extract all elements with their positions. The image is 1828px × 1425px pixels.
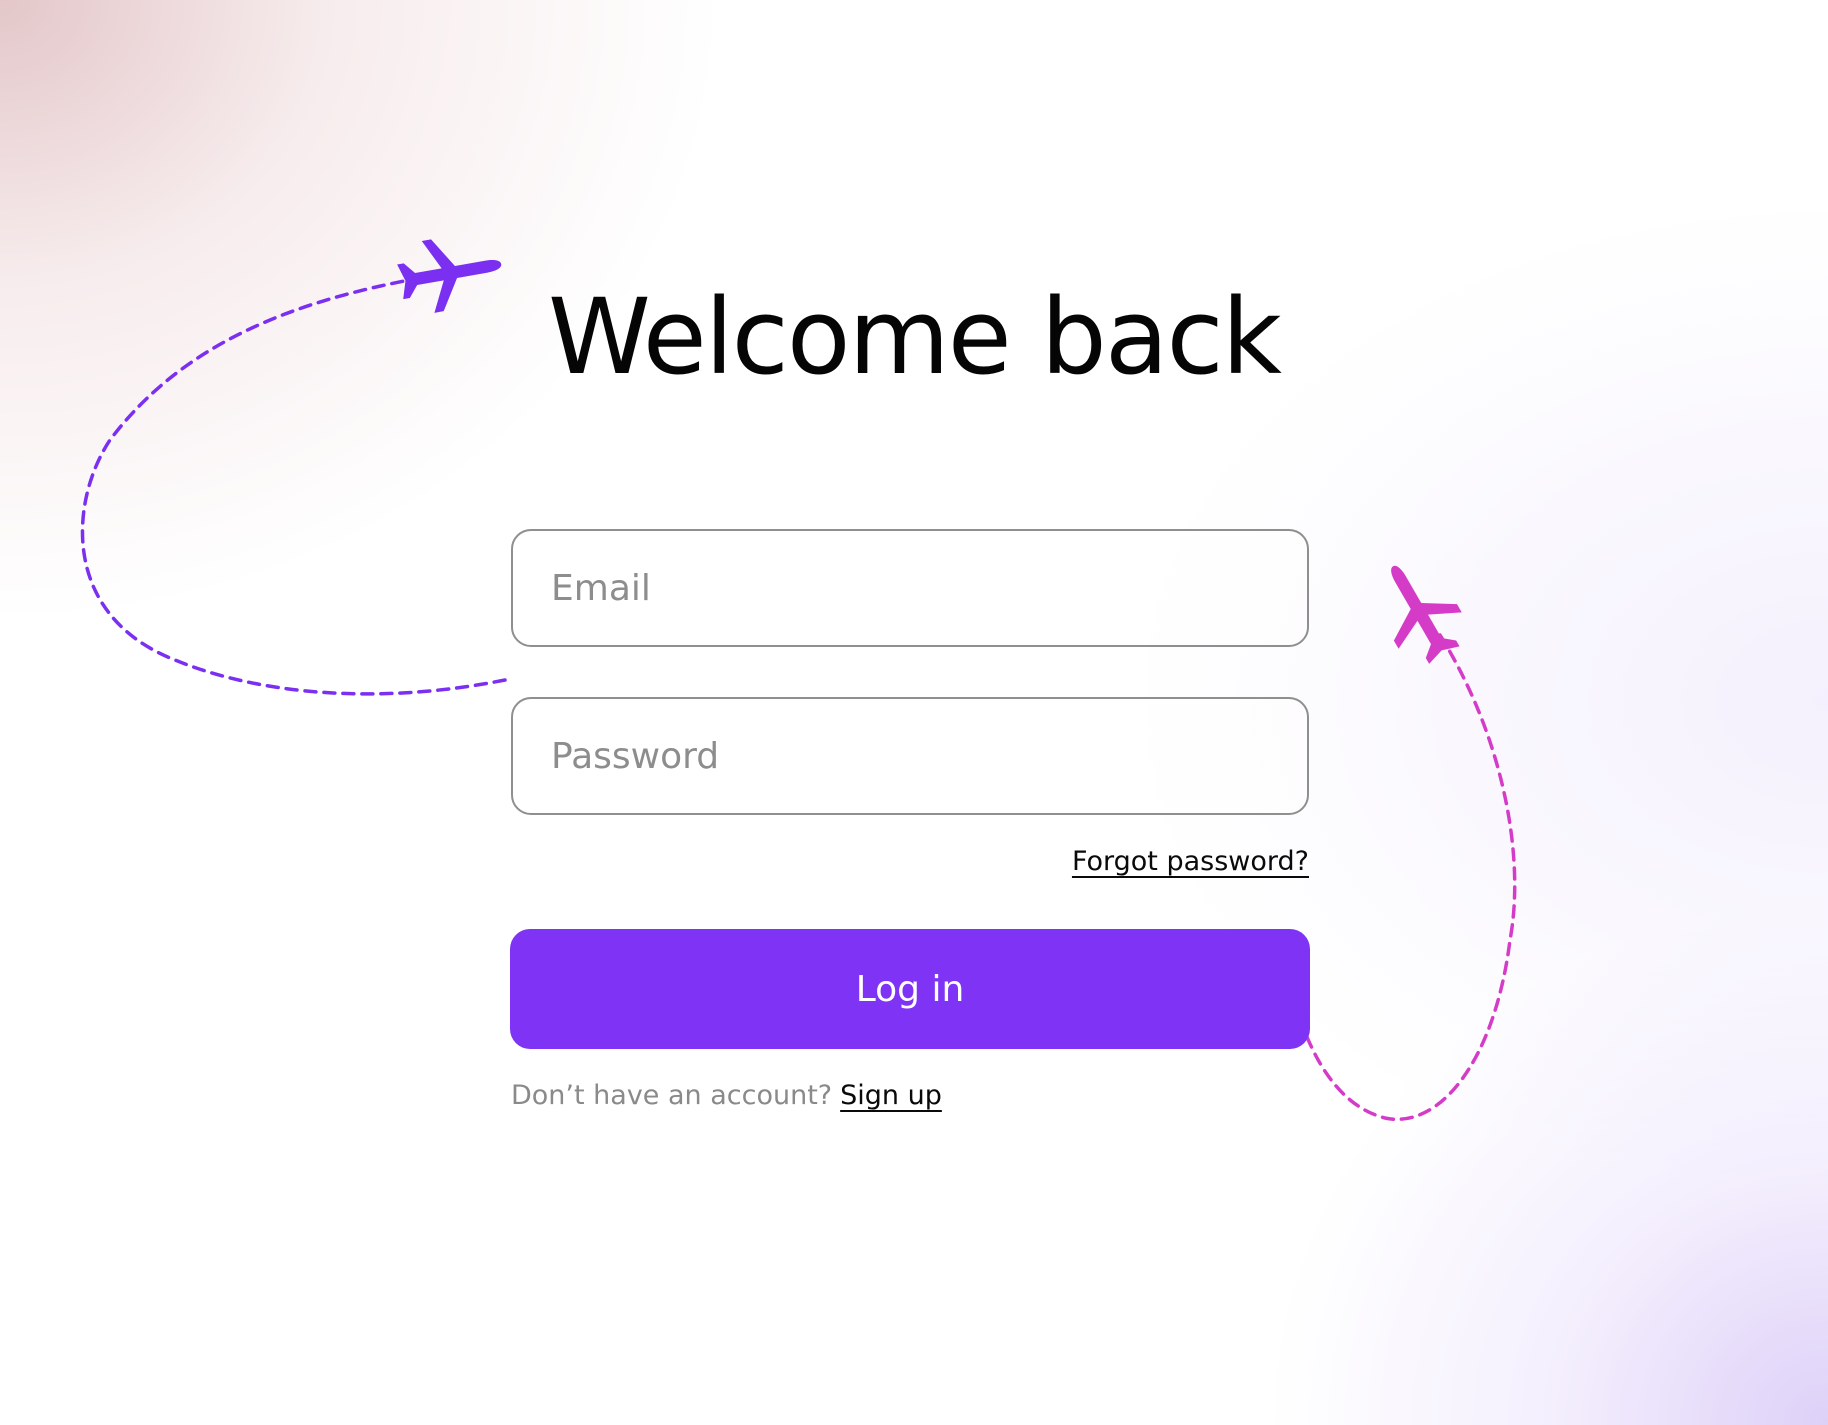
signup-prompt: Don’t have an account? [511,1080,833,1111]
flight-path-right [1303,633,1517,1122]
login-button[interactable]: Log in [510,929,1310,1049]
forgot-password-link[interactable]: Forgot password? [1072,846,1309,877]
password-field[interactable] [511,697,1309,815]
page-title: Welcome back [548,276,1282,398]
airplane-icon [1391,565,1462,664]
signup-row: Don’t have an account? Sign up [511,1080,942,1111]
signup-link[interactable]: Sign up [840,1080,942,1111]
email-field[interactable] [511,529,1309,647]
